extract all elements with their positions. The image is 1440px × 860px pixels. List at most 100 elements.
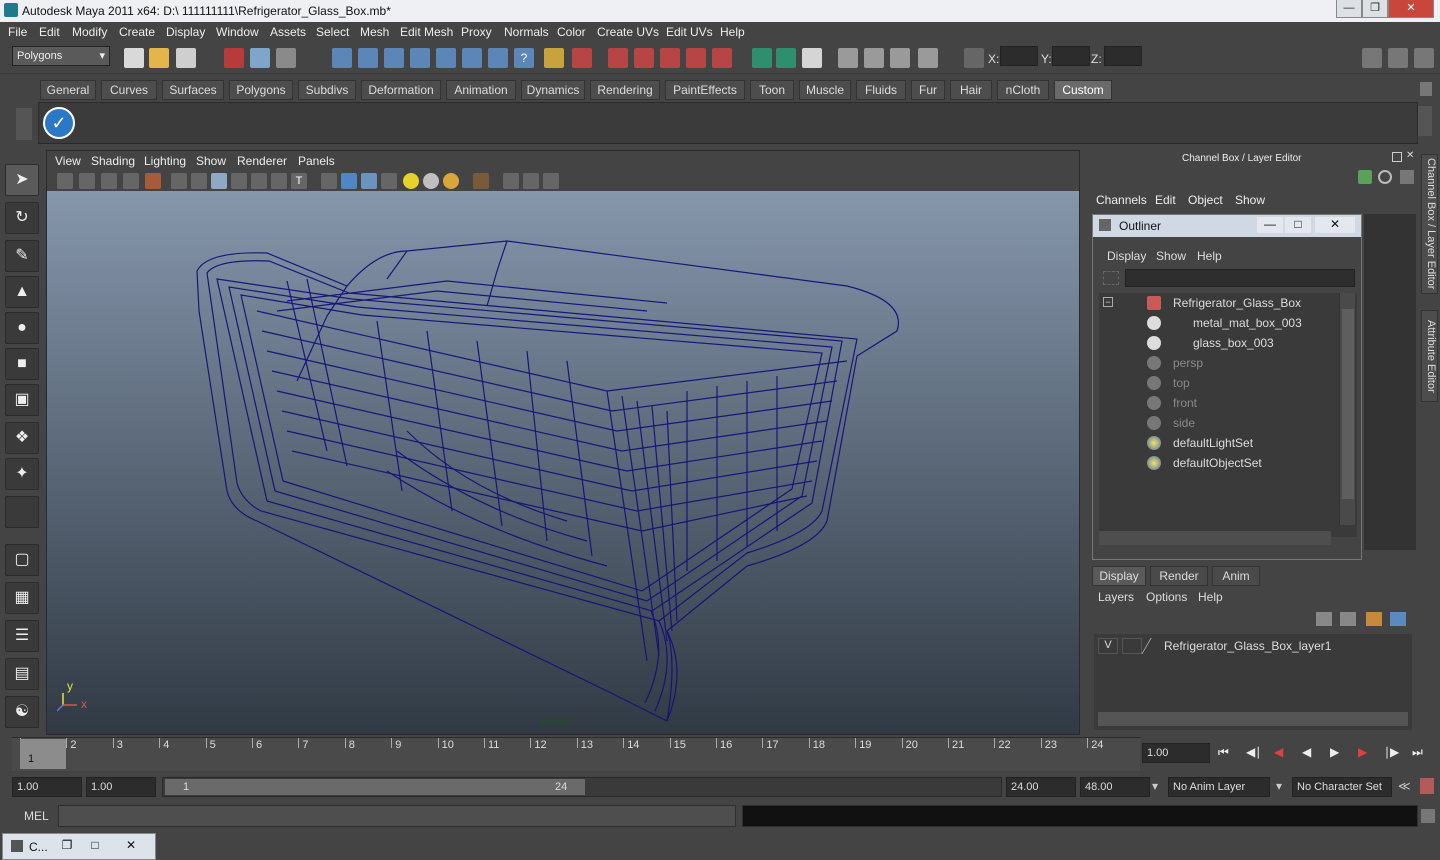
manipulator-channels-icon[interactable] [1358,170,1372,184]
outliner-item-top[interactable]: top [1099,373,1335,393]
scale-tool-icon[interactable]: ■ [5,348,39,380]
shelf-tab-custom[interactable]: Custom [1054,80,1112,100]
last-tool-icon[interactable] [5,496,39,528]
play-forward-icon[interactable]: ▶ [1330,745,1339,759]
construction-history-icon[interactable] [802,48,822,68]
speed-icon[interactable] [1378,170,1392,184]
shelf-scroll-icon[interactable] [1418,106,1432,136]
select-hierarchy-icon[interactable] [224,48,244,68]
go-to-end-icon[interactable]: ⏭ [1412,745,1423,760]
menu-help[interactable]: Help [720,25,745,39]
universal-manipulator-icon[interactable]: ▣ [5,384,39,416]
save-scene-icon[interactable] [176,48,196,68]
shelf-tab-toon[interactable]: Toon [750,80,794,100]
viewport-menu-panels[interactable]: Panels [298,154,335,168]
render-view-icon[interactable] [838,48,858,68]
outliner-item-persp[interactable]: persp [1099,353,1335,373]
shelf-tab-rendering[interactable]: Rendering [590,80,660,100]
outliner-display-menu[interactable]: Display [1107,249,1146,263]
command-language-label[interactable]: MEL [24,809,49,823]
shelf-tab-surfaces[interactable]: Surfaces [162,80,224,100]
menu-assets[interactable]: Assets [270,25,306,39]
range-bar[interactable]: 1 24 [165,779,585,795]
component-mask-icon[interactable] [462,48,482,68]
move-tool-icon[interactable]: ▲ [5,276,39,308]
snap-point-icon[interactable] [384,48,404,68]
grease-pencil-icon[interactable] [145,173,161,189]
shelf-tab-deformation[interactable]: Deformation [361,80,441,100]
outliner-item-default-object-set[interactable]: defaultObjectSet [1099,453,1335,473]
outliner-title-bar[interactable]: Outliner — □ ✕ [1093,215,1361,237]
layer-horizontal-scrollbar[interactable] [1098,712,1408,726]
select-object-icon[interactable] [250,48,270,68]
safe-action-icon[interactable] [271,173,287,189]
character-set-selector[interactable]: No Character Set [1292,777,1392,797]
shelf-tab-fur[interactable]: Fur [911,80,945,100]
shelf-tab-polygons[interactable]: Polygons [229,80,293,100]
step-back-key-icon[interactable]: ◀∣ [1246,745,1261,759]
maximize-icon[interactable]: □ [83,837,107,855]
shelf-menu-icon[interactable] [16,108,32,140]
chevron-down-icon[interactable]: ▾ [1276,779,1282,793]
all-lights-icon[interactable] [423,173,439,189]
lasso-tool-icon[interactable]: ↻ [5,202,39,234]
move-layer-down-icon[interactable] [1340,612,1356,626]
make-live-icon[interactable] [712,48,732,68]
y-field[interactable] [1052,46,1090,66]
time-ruler[interactable]: 123456789101112131415161718192021222324 [12,737,1140,771]
animation-end-field[interactable]: 48.00 [1080,777,1150,797]
input-ops-icon[interactable] [752,48,772,68]
anim-layer-selector[interactable]: No Anim Layer [1168,777,1270,797]
checkmark-shelf-icon[interactable]: ✓ [43,107,75,139]
channels-object-menu[interactable]: Object [1188,193,1223,207]
chevron-down-icon[interactable]: ▾ [1152,779,1158,793]
shelf-tab-general[interactable]: General [40,80,96,100]
snap-curve-icon[interactable] [358,48,378,68]
move-layer-up-icon[interactable] [1316,612,1332,626]
menu-proxy[interactable]: Proxy [461,25,492,39]
image-plane-icon[interactable] [101,173,117,189]
soft-modification-icon[interactable]: ❖ [5,422,39,454]
outliner-item-front[interactable]: front [1099,393,1335,413]
single-pane-layout-icon[interactable]: ▢ [5,544,39,576]
shelf-tab-muscle[interactable]: Muscle [799,80,851,100]
show-manipulator-icon[interactable]: ✦ [5,458,39,490]
x-field[interactable] [1000,46,1038,66]
render-settings-icon[interactable] [918,48,938,68]
float-panel-icon[interactable] [1392,152,1402,162]
textured-icon[interactable] [381,173,397,189]
outliner-show-menu[interactable]: Show [1156,249,1186,263]
menu-create[interactable]: Create [119,25,155,39]
outliner-help-menu[interactable]: Help [1197,249,1222,263]
layer-row[interactable]: V Refrigerator_Glass_Box_layer1 [1094,636,1412,656]
layer-type-toggle[interactable] [1122,638,1142,654]
layers-menu[interactable]: Layers [1098,590,1134,604]
four-pane-layout-icon[interactable]: ▦ [5,582,39,614]
outliner-minimize-button[interactable]: — [1257,217,1283,233]
menu-file[interactable]: File [8,25,27,39]
field-chart-icon[interactable] [251,173,267,189]
menu-select[interactable]: Select [316,25,349,39]
layer-tab-display[interactable]: Display [1092,566,1146,586]
open-scene-icon[interactable] [149,48,169,68]
output-ops-icon[interactable] [776,48,796,68]
shelf-tab-hair[interactable]: Hair [950,80,992,100]
new-scene-icon[interactable] [124,48,144,68]
ipr-render-icon[interactable] [890,48,910,68]
xray-joints-icon[interactable] [523,173,539,189]
shelf-tab-ncloth[interactable]: nCloth [997,80,1049,100]
trash-icon[interactable] [1420,82,1432,96]
shelf-tab-animation[interactable]: Animation [446,80,516,100]
layer-visibility-toggle[interactable]: V [1098,638,1118,654]
shelf-tab-subdivs[interactable]: Subdivs [298,80,356,100]
resolution-gate-icon[interactable] [211,173,227,189]
outliner-item-default-light-set[interactable]: defaultLightSet [1099,433,1335,453]
safe-title-icon[interactable]: T [291,173,307,189]
snap-to-view-planes-icon[interactable] [686,48,706,68]
step-forward-frame-icon[interactable]: ▶ [1358,745,1367,759]
shelf-tab-curves[interactable]: Curves [101,80,157,100]
menu-normals[interactable]: Normals [504,25,549,39]
side-tab-attribute-editor[interactable]: Attribute Editor [1421,310,1438,402]
menu-window[interactable]: Window [216,25,259,39]
maximize-button[interactable]: ❐ [1362,0,1388,18]
